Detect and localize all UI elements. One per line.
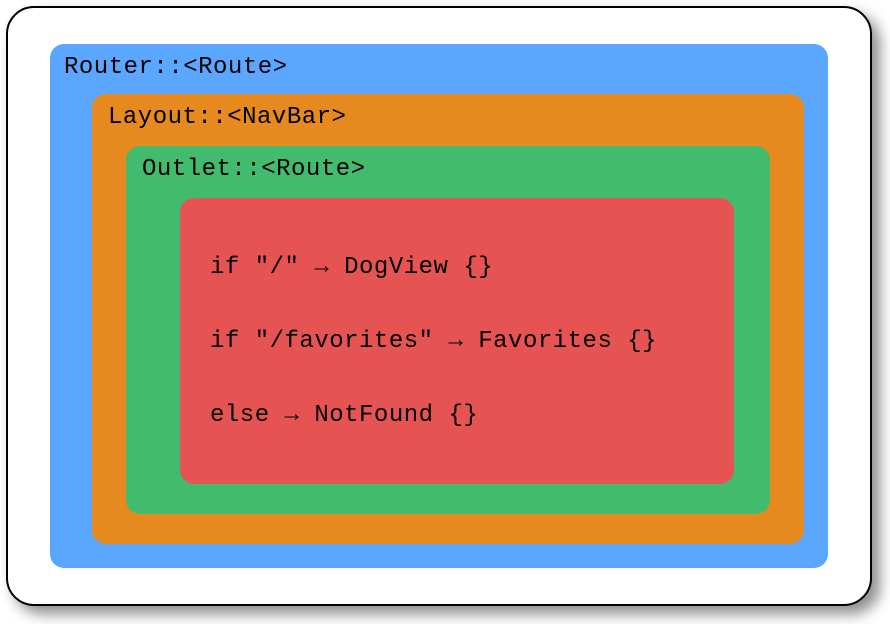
layout-label: Layout::<NavBar> (108, 104, 346, 131)
layout-box: Layout::<NavBar> Outlet::<Route> if "/" … (92, 94, 804, 544)
routes-box: if "/" → DogView {} if "/favorites" → Fa… (180, 198, 734, 484)
route-condition: if "/" → DogView {} (210, 254, 704, 281)
router-label: Router::<Route> (64, 54, 288, 81)
diagram-frame: Router::<Route> Layout::<NavBar> Outlet:… (6, 6, 872, 606)
outlet-label: Outlet::<Route> (142, 156, 366, 183)
route-condition: if "/favorites" → Favorites {} (210, 328, 704, 355)
outlet-box: Outlet::<Route> if "/" → DogView {} if "… (126, 146, 770, 514)
router-box: Router::<Route> Layout::<NavBar> Outlet:… (50, 44, 828, 568)
route-condition: else → NotFound {} (210, 402, 704, 429)
